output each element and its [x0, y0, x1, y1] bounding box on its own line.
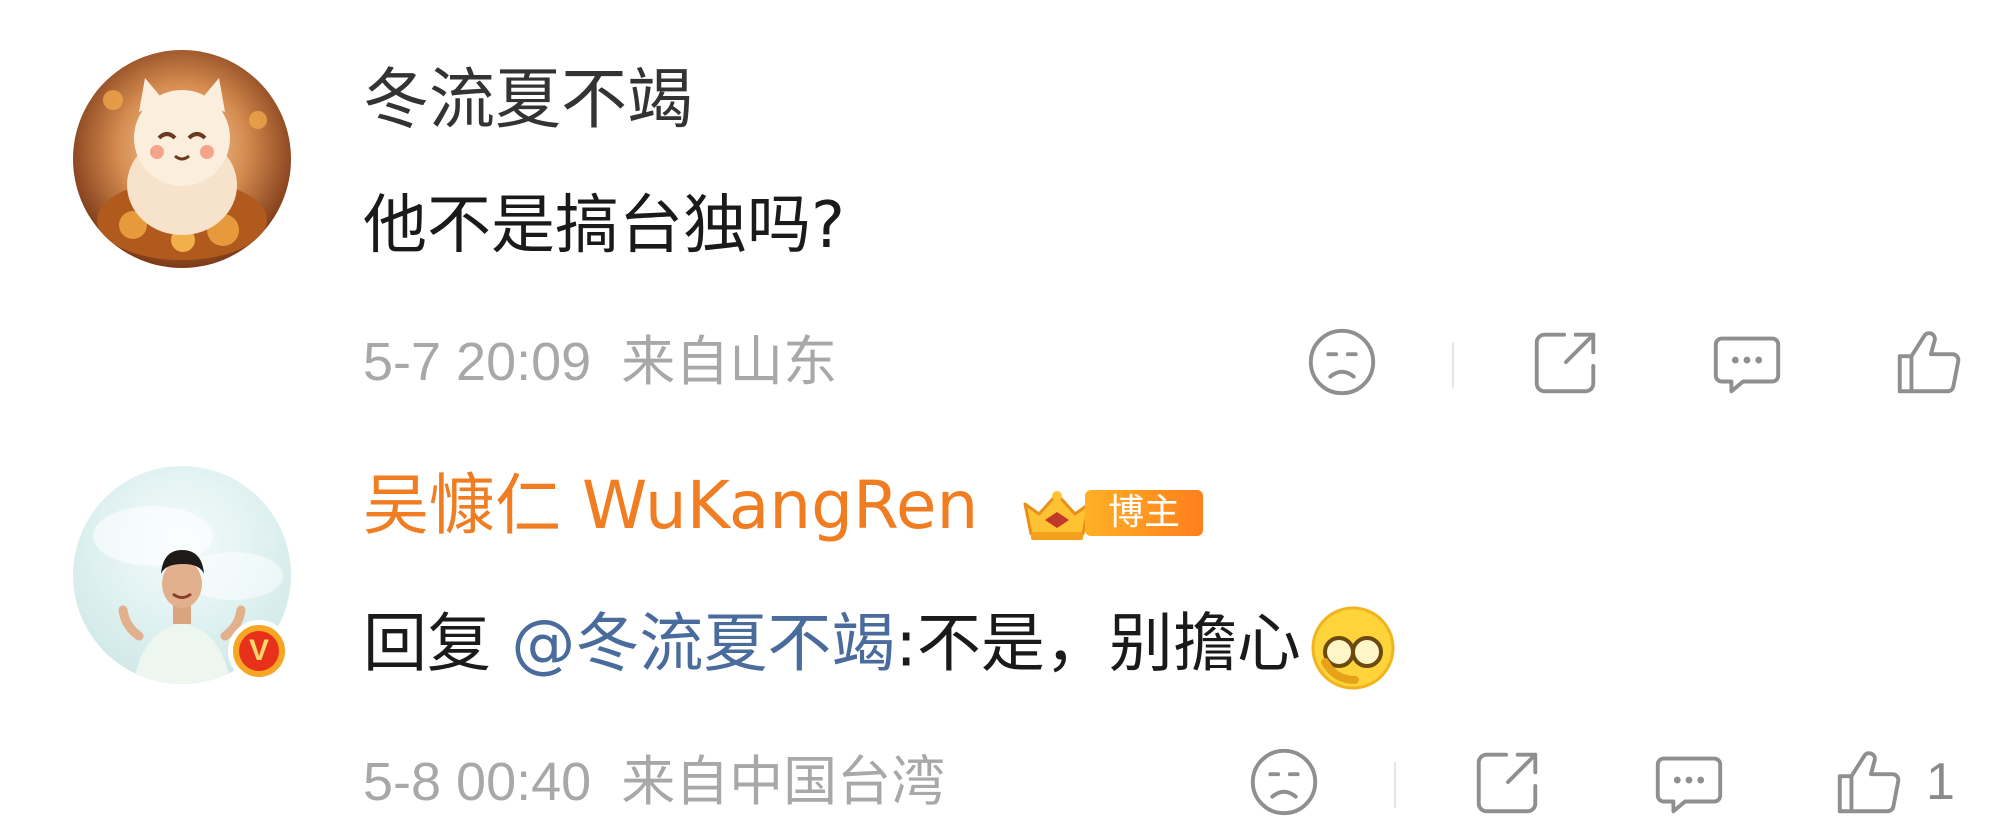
like-thumb-icon: [1837, 751, 1901, 814]
reply-text: :不是，别擔心: [895, 607, 1301, 682]
reply-prefix: 回复: [363, 607, 491, 682]
share-icon: [1476, 752, 1538, 814]
like-count: 1: [1926, 753, 1955, 811]
reply-comment-icon: [1655, 756, 1723, 814]
comment-location: 来自山东: [621, 330, 838, 393]
face-with-glasses-emoji: [1311, 606, 1395, 690]
share-button[interactable]: [1527, 312, 1605, 412]
reply-button[interactable]: [1650, 732, 1728, 832]
comment-time: 5-8 00:40: [363, 752, 592, 812]
dislike-face-icon: [1250, 748, 1318, 816]
lucky-cat-avatar-image: [97, 78, 267, 260]
host-badge-label: 博主: [1085, 490, 1203, 536]
dislike-face-icon: [1308, 328, 1376, 396]
share-button[interactable]: [1469, 732, 1547, 832]
mention-link[interactable]: @冬流夏不竭: [511, 608, 895, 682]
avatar[interactable]: [73, 50, 291, 268]
comment-meta: 5-8 00:40 来自中国台湾: [363, 750, 945, 814]
reply-button[interactable]: [1708, 312, 1786, 412]
like-button[interactable]: [1890, 312, 1986, 412]
comment-location: 来自中国台湾: [621, 750, 946, 813]
action-divider: [1452, 342, 1454, 388]
verified-badge: V: [228, 620, 290, 682]
reply-comment-icon: [1713, 336, 1781, 394]
dislike-button[interactable]: [1303, 312, 1381, 412]
share-icon: [1534, 332, 1596, 394]
username[interactable]: 吴慷仁 WuKangRen: [363, 466, 978, 546]
action-divider: [1394, 762, 1396, 808]
host-badge: 博主: [1017, 484, 1205, 540]
like-thumb-icon: [1897, 331, 1961, 394]
username[interactable]: 冬流夏不竭: [363, 60, 693, 140]
comment-text: 回复 @冬流夏不竭:不是，别擔心: [363, 600, 1401, 696]
comment-time: 5-7 20:09: [363, 332, 592, 392]
comment-text: 他不是搞台独吗?: [363, 189, 845, 263]
dislike-button[interactable]: [1245, 732, 1323, 832]
comment-meta: 5-7 20:09 来自山东: [363, 330, 837, 394]
like-button[interactable]: 1: [1830, 732, 1955, 832]
comment-item: V 吴慷仁 WuKangRen 博主 回复 @冬流夏不竭:不是，别擔心 5-8 …: [0, 420, 2000, 837]
comment-item: 冬流夏不竭 他不是搞台独吗? 5-7 20:09 来自山东: [0, 0, 2000, 420]
